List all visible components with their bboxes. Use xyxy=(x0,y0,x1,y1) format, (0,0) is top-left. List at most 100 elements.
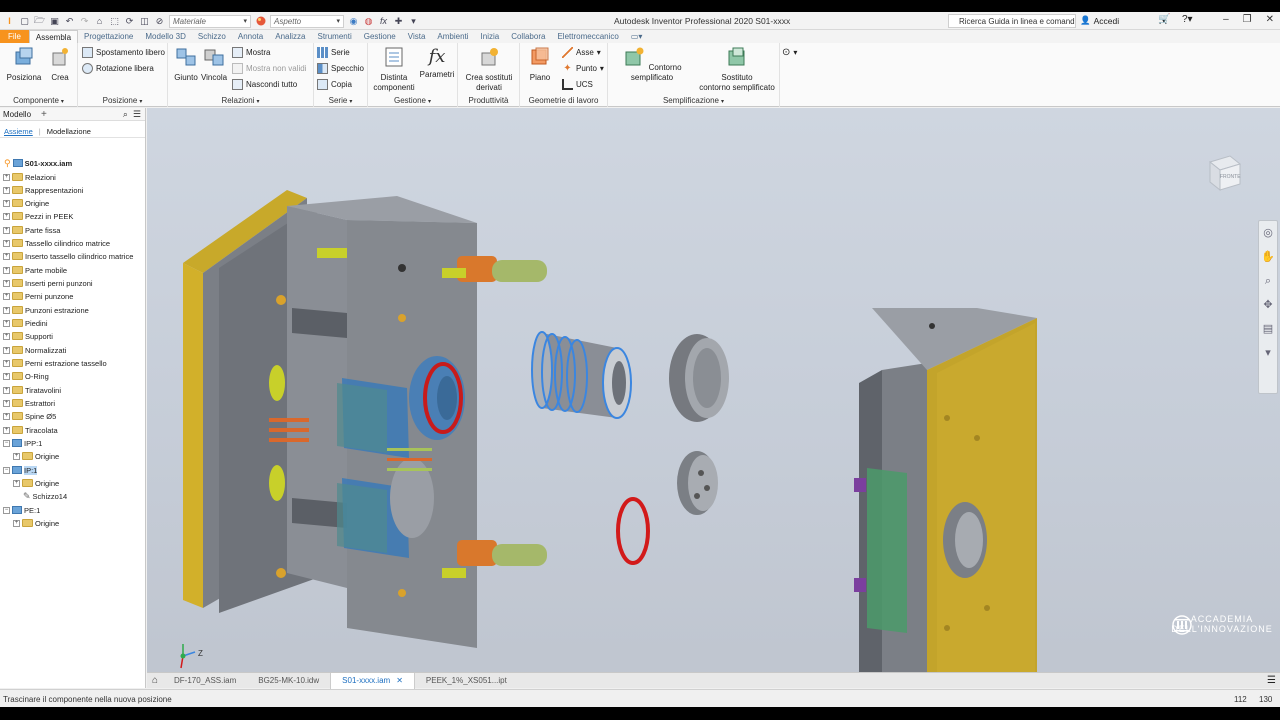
distinta-componenti-button[interactable]: Distinta componenti xyxy=(370,46,418,93)
expand-icon[interactable]: + xyxy=(3,332,10,340)
tree-item-relazioni[interactable]: + Relazioni xyxy=(3,171,56,183)
expand-icon[interactable]: + xyxy=(3,292,10,300)
expand-icon[interactable]: + xyxy=(3,346,10,354)
pan-icon[interactable]: ✋ xyxy=(1259,245,1277,269)
tree-root[interactable]: ⚲ S01-xxxx.iam xyxy=(4,157,72,169)
zoom-icon[interactable]: ⌕ xyxy=(1259,269,1277,293)
expand-icon[interactable]: + xyxy=(3,426,10,434)
tree-item-pezzi-peek[interactable]: + Pezzi in PEEK xyxy=(3,210,73,222)
expand-icon[interactable]: + xyxy=(3,412,10,420)
expand-icon[interactable]: + xyxy=(13,452,20,460)
ring-piece[interactable] xyxy=(669,334,729,422)
open-folder-icon[interactable]: 🗁 xyxy=(34,15,45,27)
asse-button[interactable]: Asse ▾ xyxy=(562,46,601,59)
expand-icon[interactable]: + xyxy=(3,386,10,394)
selected-cylindrical-insert[interactable] xyxy=(531,331,632,419)
doc-tab-s01[interactable]: S01-xxxx.iam ✕ xyxy=(330,672,415,689)
moving-mold-half[interactable] xyxy=(854,308,1037,688)
panel-gestione-title[interactable]: Gestione ▾ xyxy=(368,96,457,105)
tab-schizzo[interactable]: Schizzo xyxy=(192,30,232,43)
o-ring[interactable] xyxy=(616,497,650,565)
tree-item-pe[interactable]: − PE:1 xyxy=(3,504,40,516)
sign-in-button[interactable]: 👤 Accedi ▾ xyxy=(1080,15,1166,26)
crea-sostituti-derivati-button[interactable]: Crea sostituti derivati xyxy=(460,46,518,93)
steering-wheel-icon[interactable]: ◎ xyxy=(1259,221,1277,245)
ribbon-display-toggle[interactable]: ▭▾ xyxy=(625,30,649,43)
home-icon[interactable]: ⌂ xyxy=(147,675,163,686)
measure-icon[interactable]: ◫ xyxy=(139,16,150,27)
tree-item-tiratavolini[interactable]: + Tiratavolini xyxy=(3,384,61,396)
panel-posizione-title[interactable]: Posizione ▾ xyxy=(78,96,167,105)
tree-item-inserti-perni[interactable]: + Inserti perni punzoni xyxy=(3,277,93,289)
tab-progettazione[interactable]: Progettazione xyxy=(78,30,139,43)
expand-icon[interactable]: + xyxy=(3,212,10,220)
cart-icon[interactable]: 🛒 xyxy=(1158,14,1170,25)
tree-item-perni-punzone[interactable]: + Perni punzone xyxy=(3,290,73,302)
tab-modellazione[interactable]: Modellazione xyxy=(47,127,91,136)
tree-item-estrattori[interactable]: + Estrattori xyxy=(3,397,55,409)
collapse-icon[interactable]: − xyxy=(3,466,10,474)
orbit-icon[interactable]: ✥ xyxy=(1259,293,1277,317)
sostituto-contorno-button[interactable]: Sostituto contorno semplificato xyxy=(696,46,778,93)
copia-button[interactable]: Copia xyxy=(317,78,352,91)
expand-icon[interactable]: + xyxy=(13,479,20,487)
mostra-button[interactable]: Mostra xyxy=(232,46,270,59)
help-icon[interactable]: ?▾ xyxy=(1182,14,1193,25)
panel-semplificazione-title[interactable]: Semplificazione ▾ xyxy=(608,96,779,105)
collapse-icon[interactable]: − xyxy=(3,506,10,514)
tab-elettromeccanico[interactable]: Elettromeccanico xyxy=(551,30,624,43)
customize-chevron-icon[interactable]: ▾ xyxy=(408,16,419,27)
expand-icon[interactable]: + xyxy=(3,399,10,407)
tree-item-parte-fissa[interactable]: + Parte fissa xyxy=(3,224,60,236)
clear-appearance-icon[interactable]: ◍ xyxy=(363,16,374,27)
nascondi-tutto-button[interactable]: Nascondi tutto xyxy=(232,78,297,91)
home-icon[interactable]: ⌂ xyxy=(94,16,105,27)
tab-analizza[interactable]: Analizza xyxy=(269,30,311,43)
expand-icon[interactable]: + xyxy=(3,359,10,367)
close-tab-icon[interactable]: ✕ xyxy=(396,676,403,685)
tree-item-perni-estrazione[interactable]: + Perni estrazione tassello xyxy=(3,357,107,369)
tree-item-parte-mobile[interactable]: + Parte mobile xyxy=(3,264,67,276)
expand-icon[interactable]: + xyxy=(3,226,10,234)
expand-icon[interactable]: + xyxy=(3,372,10,380)
parametri-button[interactable]: fx Parametri xyxy=(418,46,456,80)
expand-icon[interactable]: + xyxy=(3,319,10,327)
specchio-button[interactable]: Specchio xyxy=(317,62,364,75)
tree-item-punzoni-estrazione[interactable]: + Punzoni estrazione xyxy=(3,304,89,316)
update-icon[interactable]: ⟳ xyxy=(124,16,135,27)
small-disc[interactable] xyxy=(677,451,718,515)
expand-icon[interactable]: + xyxy=(3,252,10,260)
undo-icon[interactable]: ↶ xyxy=(64,16,75,27)
ucs-button[interactable]: UCS xyxy=(562,78,593,91)
help-search-input[interactable]: Ricerca Guida in linea e comand xyxy=(948,14,1076,28)
save-icon[interactable]: ▣ xyxy=(49,16,60,27)
rotazione-libera-button[interactable]: Rotazione libera xyxy=(82,62,154,75)
serie-button[interactable]: Serie xyxy=(317,46,350,59)
tree-item-rappresentazioni[interactable]: + Rappresentazioni xyxy=(3,184,83,196)
tab-file[interactable]: File xyxy=(0,30,29,43)
tree-item-tiracolata[interactable]: + Tiracolata xyxy=(3,424,58,436)
tab-menu-icon[interactable]: ☰ xyxy=(1267,675,1280,686)
material-select[interactable]: Materiale ▾ xyxy=(169,14,251,28)
tab-strumenti[interactable]: Strumenti xyxy=(311,30,357,43)
tree-item-tassello[interactable]: + Tassello cilindrico matrice xyxy=(3,237,110,249)
redo-icon[interactable]: ↷ xyxy=(79,16,90,27)
search-icon[interactable]: ⌕ xyxy=(123,109,128,120)
expand-icon[interactable]: + xyxy=(3,279,10,287)
tree-item-schizzo[interactable]: ✎ Schizzo14 xyxy=(23,490,67,502)
add-browser-icon[interactable]: + xyxy=(41,109,47,120)
doc-tab-bg25[interactable]: BG25-MK-10.idw xyxy=(247,673,330,689)
tab-ambienti[interactable]: Ambienti xyxy=(431,30,474,43)
tab-assembla[interactable]: Assembla xyxy=(28,30,79,43)
expand-icon[interactable]: + xyxy=(3,266,10,274)
spostamento-libero-button[interactable]: Spostamento libero xyxy=(82,46,165,59)
appearance-select[interactable]: Aspetto ▾ xyxy=(270,14,344,28)
tree-item-piedini[interactable]: + Piedini xyxy=(3,317,48,329)
expand-icon[interactable]: + xyxy=(3,306,10,314)
close-icon[interactable]: ✕ xyxy=(1266,14,1274,25)
tree-item-ip-origine[interactable]: + Origine xyxy=(13,477,59,489)
maximize-icon[interactable]: ❐ xyxy=(1243,14,1252,25)
contorno-semplificato-button[interactable]: Contorno semplificato xyxy=(610,46,694,83)
tree-item-ipp-origine[interactable]: + Origine xyxy=(13,450,59,462)
crea-button[interactable]: Crea xyxy=(46,46,74,83)
